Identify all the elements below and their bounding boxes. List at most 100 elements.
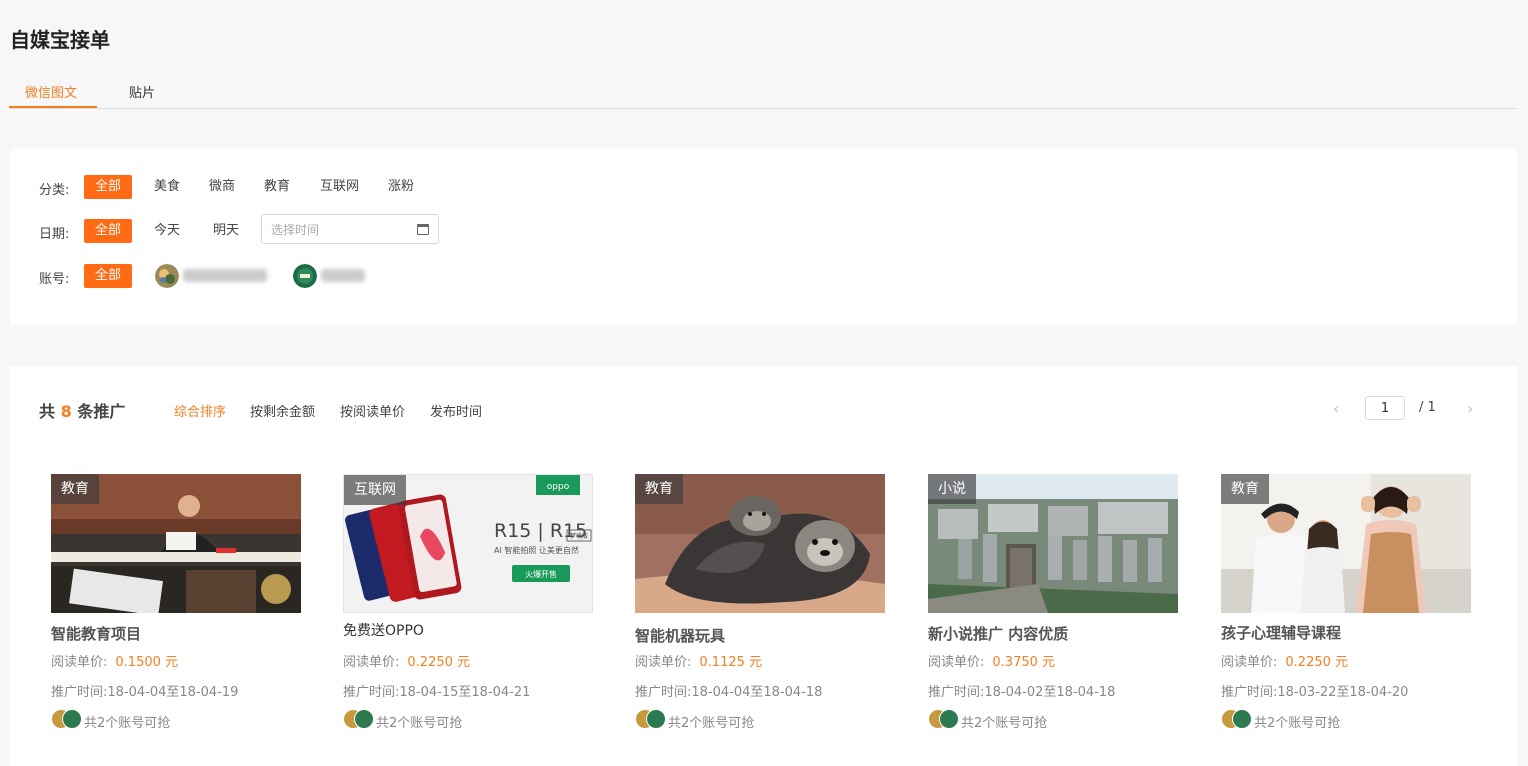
category-tag: 教育	[635, 474, 683, 504]
sort-composite[interactable]: 综合排序	[174, 401, 226, 420]
ad-brand: oppo	[547, 482, 570, 492]
promotion-card[interactable]: 教育 智能机器玩具 阅读单价: 0.1125 元 推广时间:18-04-04至18…	[635, 474, 885, 754]
prev-page-icon[interactable]: ‹	[1333, 399, 1339, 418]
promotion-title: 智能机器玩具	[635, 627, 726, 645]
account-avatar-icon	[62, 709, 82, 729]
category-tag: 互联网	[344, 475, 406, 505]
total-count: 共 8 条推广	[39, 398, 125, 422]
account-avatar	[155, 264, 179, 288]
date-option-tomorrow[interactable]: 明天	[207, 219, 245, 243]
promotion-period-label: 推广时间:	[343, 685, 400, 700]
sort-remaining-amount[interactable]: 按剩余金额	[250, 401, 315, 420]
promotion-period-value: 18-04-04至18-04-19	[107, 685, 239, 700]
promotion-period: 推广时间:18-04-02至18-04-18	[928, 681, 1115, 700]
category-option-all[interactable]: 全部	[84, 175, 133, 199]
sort-read-price[interactable]: 按阅读单价	[340, 401, 405, 420]
read-price: 阅读单价: 0.1125 元	[635, 651, 762, 670]
promotion-image: 小说	[928, 474, 1178, 613]
active-tab-indicator	[9, 106, 97, 108]
tab-bar: 微信图文 贴片	[9, 70, 1517, 109]
next-page-icon[interactable]: ›	[1467, 399, 1473, 418]
promotion-period-value: 18-04-15至18-04-21	[399, 685, 531, 700]
ad-badge: 梦境版	[570, 532, 588, 540]
date-picker[interactable]	[261, 214, 439, 245]
category-tag: 小说	[928, 474, 976, 504]
read-price-label: 阅读单价:	[343, 655, 400, 670]
available-accounts-text: 共2个账号可抢	[961, 716, 1048, 731]
read-price-value: 0.1125 元	[699, 655, 763, 670]
date-option-today[interactable]: 今天	[148, 219, 186, 243]
promotion-image: 教育	[51, 474, 301, 613]
filter-panel: 分类: 全部 美食 微商 教育 互联网 涨粉 日期: 全部 今天 明天 账号: …	[10, 149, 1517, 325]
read-price-label: 阅读单价:	[51, 655, 108, 670]
read-price: 阅读单价: 0.3750 元	[928, 651, 1055, 670]
promotion-period: 推广时间:18-04-04至18-04-18	[635, 681, 822, 700]
account-option-2[interactable]	[293, 262, 373, 290]
ad-button: 火爆开售	[525, 569, 557, 579]
tab-wechat-article[interactable]: 微信图文	[25, 82, 77, 101]
category-option-food[interactable]: 美食	[148, 175, 186, 199]
available-accounts-text: 共2个账号可抢	[376, 716, 463, 731]
promotion-period-value: 18-04-04至18-04-18	[691, 685, 823, 700]
account-avatar	[293, 264, 317, 288]
read-price-label: 阅读单价:	[928, 655, 985, 670]
category-option-microbusiness[interactable]: 微商	[203, 175, 241, 199]
category-tag: 教育	[51, 474, 99, 504]
read-price-value: 0.1500 元	[115, 655, 179, 670]
total-prefix: 共	[39, 402, 56, 421]
promotion-title: 免费送OPPO	[343, 623, 424, 639]
page-number-input[interactable]	[1365, 396, 1405, 420]
promotion-image: 教育	[635, 474, 885, 613]
account-avatar-icon	[354, 709, 374, 729]
promotion-period-value: 18-03-22至18-04-20	[1277, 685, 1409, 700]
total-number: 8	[60, 402, 72, 421]
page-title: 自媒宝接单	[10, 28, 110, 52]
read-price: 阅读单价: 0.2250 元	[1221, 651, 1348, 670]
available-accounts-text: 共2个账号可抢	[1254, 716, 1341, 731]
calendar-icon[interactable]	[417, 224, 429, 235]
account-avatar-icon	[646, 709, 666, 729]
category-option-grow-fans[interactable]: 涨粉	[382, 175, 420, 199]
date-picker-input[interactable]	[269, 215, 413, 245]
read-price-label: 阅读单价:	[635, 655, 692, 670]
category-option-internet[interactable]: 互联网	[314, 175, 365, 199]
read-price-value: 0.2250 元	[1285, 655, 1349, 670]
promotion-card[interactable]: oppo R15 | R15 梦境版 AI 智能拍照 让美更自然 火爆开售 互联…	[343, 474, 593, 754]
read-price-label: 阅读单价:	[1221, 655, 1278, 670]
tab-video-patch[interactable]: 贴片	[129, 82, 155, 101]
read-price: 阅读单价: 0.1500 元	[51, 651, 178, 670]
total-suffix: 条推广	[77, 402, 126, 421]
promotion-period-label: 推广时间:	[635, 685, 692, 700]
promotion-card[interactable]: 教育 智能教育项目 阅读单价: 0.1500 元 推广时间:18-04-04至18…	[51, 474, 301, 754]
available-accounts-text: 共2个账号可抢	[84, 716, 171, 731]
date-option-all[interactable]: 全部	[84, 219, 133, 243]
promotion-title: 智能教育项目	[51, 625, 142, 643]
promotion-period: 推广时间:18-04-15至18-04-21	[343, 681, 530, 700]
available-accounts-text: 共2个账号可抢	[668, 716, 755, 731]
account-name-redacted	[183, 269, 267, 282]
promotion-period: 推广时间:18-04-04至18-04-19	[51, 681, 238, 700]
promotion-card[interactable]: 教育 孩子心理辅导课程 阅读单价: 0.2250 元 推广时间:18-03-22至…	[1221, 474, 1471, 754]
promotion-period-label: 推广时间:	[1221, 685, 1278, 700]
category-option-education[interactable]: 教育	[258, 175, 296, 199]
promotion-title: 新小说推广 内容优质	[928, 625, 1069, 643]
promotion-period-label: 推广时间:	[928, 685, 985, 700]
read-price: 阅读单价: 0.2250 元	[343, 651, 470, 670]
account-option-all[interactable]: 全部	[84, 264, 133, 288]
account-option-1[interactable]	[155, 262, 275, 290]
promotion-title: 孩子心理辅导课程	[1221, 624, 1342, 642]
sort-publish-time[interactable]: 发布时间	[430, 401, 482, 420]
page-total: / 1	[1419, 400, 1436, 415]
promotion-image: 教育	[1221, 474, 1471, 613]
account-name-redacted	[321, 269, 365, 282]
promotion-image: oppo R15 | R15 梦境版 AI 智能拍照 让美更自然 火爆开售 互联…	[343, 474, 593, 613]
promotion-list-panel: 共 8 条推广 综合排序 按剩余金额 按阅读单价 发布时间 ‹ / 1 ›	[10, 366, 1517, 766]
account-avatar-icon	[1232, 709, 1252, 729]
read-price-value: 0.2250 元	[407, 655, 471, 670]
account-avatar-icon	[939, 709, 959, 729]
promotion-period-label: 推广时间:	[51, 685, 108, 700]
promotion-period: 推广时间:18-03-22至18-04-20	[1221, 681, 1408, 700]
account-label: 账号:	[39, 272, 70, 287]
read-price-value: 0.3750 元	[992, 655, 1056, 670]
promotion-card[interactable]: 小说 新小说推广 内容优质 阅读单价: 0.3750 元 推广时间:18-04-0…	[928, 474, 1178, 754]
